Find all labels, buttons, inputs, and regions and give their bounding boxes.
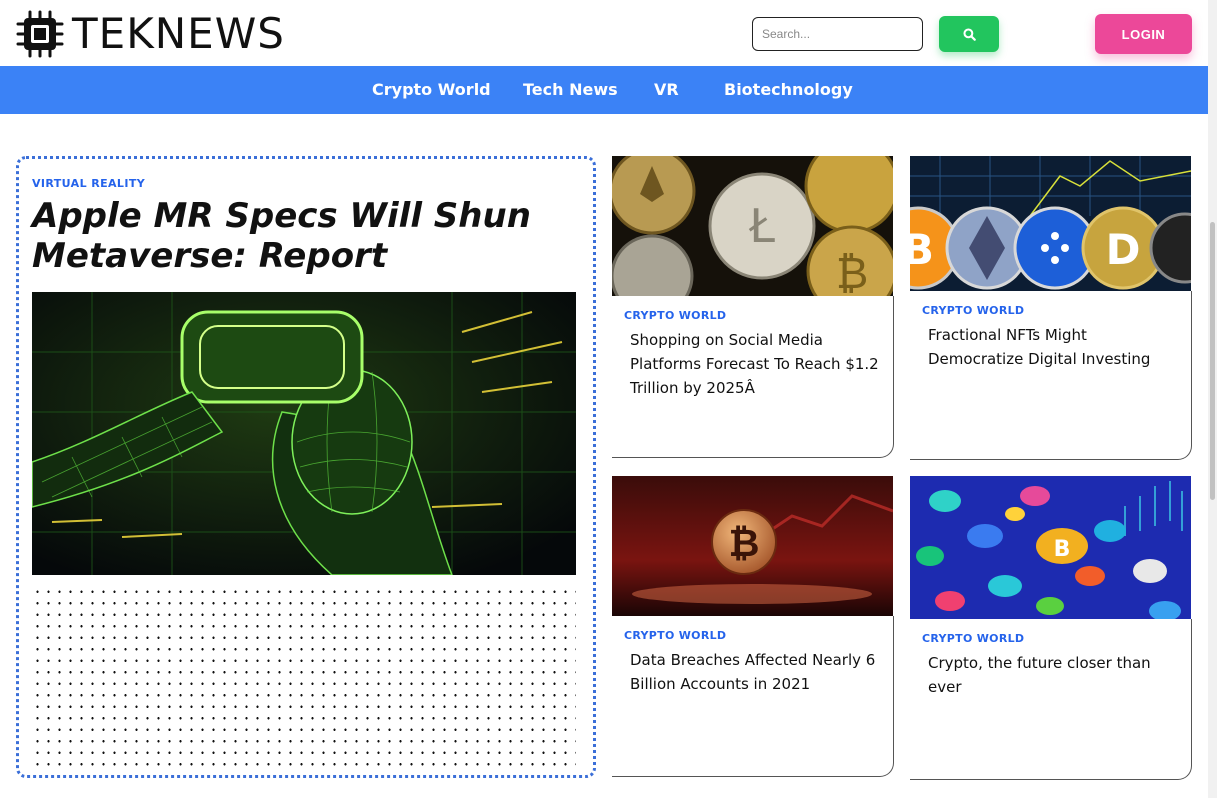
featured-title[interactable]: Apple MR Specs Will Shun Metaverse: Repo… <box>32 196 572 276</box>
card-title[interactable]: Shopping on Social Media Platforms Forec… <box>630 328 880 400</box>
card-image[interactable]: B <box>910 476 1191 619</box>
svg-text:B: B <box>1054 537 1071 562</box>
site-logo[interactable]: TEKNEWS <box>16 10 285 58</box>
card-image[interactable]: B D <box>910 156 1191 291</box>
article-card[interactable]: ₿ CRYPTO WORLD Data Breaches Affected Ne… <box>612 476 894 777</box>
login-button[interactable]: LOGIN <box>1095 14 1192 54</box>
featured-category[interactable]: VIRTUAL REALITY <box>32 177 145 190</box>
search-icon <box>962 27 976 41</box>
nav-item-biotechnology[interactable]: Biotechnology <box>724 80 853 99</box>
card-title[interactable]: Crypto, the future closer than ever <box>928 651 1178 699</box>
featured-image[interactable] <box>32 292 576 575</box>
card-category[interactable]: CRYPTO WORLD <box>922 632 1024 645</box>
svg-text:₿: ₿ <box>836 248 869 296</box>
card-category[interactable]: CRYPTO WORLD <box>922 304 1024 317</box>
article-card[interactable]: Ł ₿ CRYPTO WORLD Shopping on Social Medi… <box>612 156 894 458</box>
site-header: TEKNEWS LOGIN <box>0 0 1208 66</box>
article-card[interactable]: B D CRYPTO WORLD Fractional NFTs Might D… <box>910 156 1192 460</box>
svg-text:B: B <box>910 225 934 274</box>
nav-item-crypto-world[interactable]: Crypto World <box>372 80 491 99</box>
card-image[interactable]: Ł ₿ <box>612 156 893 296</box>
svg-text:D: D <box>1106 225 1141 274</box>
card-title[interactable]: Data Breaches Affected Nearly 6 Billion … <box>630 648 880 696</box>
nav-item-vr[interactable]: VR <box>654 80 679 99</box>
svg-text:₿: ₿ <box>729 521 760 565</box>
card-image[interactable]: ₿ <box>612 476 893 616</box>
search-input[interactable] <box>752 17 923 51</box>
svg-text:Ł: Ł <box>748 199 775 253</box>
card-title[interactable]: Fractional NFTs Might Democratize Digita… <box>928 323 1178 371</box>
card-category[interactable]: CRYPTO WORLD <box>624 629 726 642</box>
chip-icon <box>16 10 64 58</box>
search-button[interactable] <box>939 16 999 52</box>
main-nav: Crypto World Tech News VR Biotechnology <box>0 66 1208 114</box>
logo-text: TEKNEWS <box>72 9 285 58</box>
article-card[interactable]: B CRYPTO WORLD Crypto, the future closer… <box>910 476 1192 780</box>
card-category[interactable]: CRYPTO WORLD <box>624 309 726 322</box>
dot-pattern <box>32 586 576 770</box>
scrollbar-thumb[interactable] <box>1210 222 1215 500</box>
nav-item-tech-news[interactable]: Tech News <box>523 80 618 99</box>
